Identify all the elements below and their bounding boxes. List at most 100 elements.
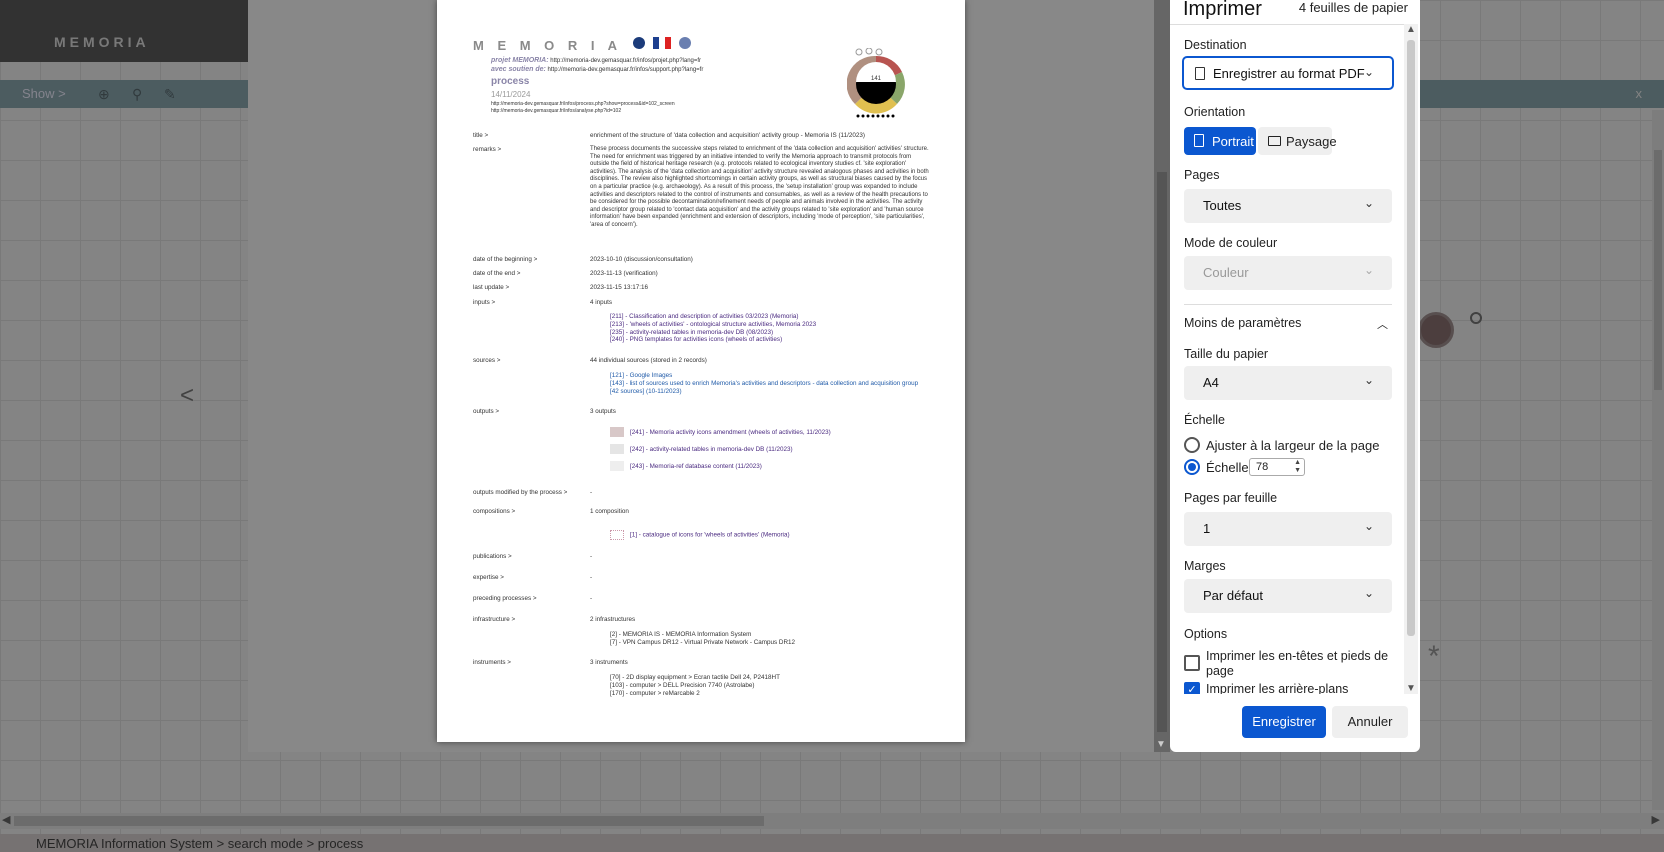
backgrounds-checkbox[interactable]: ✓ [1184,682,1200,694]
list-item[interactable]: [240] - PNG templates for activities ico… [610,336,816,344]
chevron-down-icon: ⌄ [1363,373,1374,387]
sheet-count: 4 feuilles de papier [1298,0,1408,15]
pages-label: Pages [1184,168,1220,182]
cancel-button[interactable]: Annuler [1332,706,1408,738]
doc-type: process [491,76,530,87]
doc-value: 2023-10-10 (discussion/consultation) [590,256,693,263]
paper-size-select[interactable]: A4 ⌄ [1184,366,1392,400]
doc-key: remarks > [473,146,502,153]
chevron-down-icon: ⌄ [1363,196,1374,210]
list-item[interactable]: [1] - catalogue of icons for 'wheels of … [630,532,790,539]
doc-key: date of the end > [473,270,521,277]
doc-url-2[interactable]: http://memoria-dev.gemasquar.fr/infos/an… [491,108,621,114]
chevron-down-icon: ⌄ [1363,263,1374,277]
output-thumbnail [610,461,624,472]
scale-custom-label[interactable]: Échelle [1206,460,1249,475]
divider [1184,304,1392,305]
paper-size-value: A4 [1203,375,1219,390]
doc-value: 1 composition [590,508,629,515]
output-thumbnail [610,427,624,438]
list-item[interactable]: [213] - 'wheels of activities' - ontolog… [610,321,816,329]
scale-fit-radio[interactable] [1184,437,1200,453]
pages-per-sheet-value: 1 [1203,521,1211,536]
doc-key: instruments > [473,659,511,666]
doc-key: title > [473,132,489,139]
doc-support-url[interactable]: http://memoria-dev.gemasquar.fr/infos/su… [548,67,704,73]
scale-input[interactable]: 78 ▲ ▼ [1249,458,1305,476]
color-mode-label: Mode de couleur [1184,236,1278,250]
settings-scrollbar[interactable]: ▲ ▼ [1404,24,1418,694]
preview-scrollbar[interactable]: ▼ [1154,0,1170,752]
doc-instruments-list: [70] - 2D display equipment > Ecran tact… [610,674,780,697]
destination-value: Enregistrer au format PDF [1213,66,1365,81]
doc-date: 14/11/2024 [491,90,531,99]
scroll-down-icon[interactable]: ▼ [1156,739,1166,750]
list-item[interactable]: [241] - Memoria activity icons amendment… [630,429,831,436]
margins-value: Par défaut [1203,588,1263,603]
orientation-label: Orientation [1184,105,1246,119]
doc-value: - [590,553,593,560]
color-mode-value: Couleur [1203,265,1249,280]
destination-select[interactable]: Enregistrer au format PDF ⌄ [1182,56,1394,90]
doc-value: These process documents the successive s… [590,146,929,228]
doc-value: 4 inputs [590,299,613,306]
output-thumbnail [610,444,624,455]
doc-project-url[interactable]: http://memoria-dev.gemasquar.fr/infos/pr… [550,58,701,64]
list-item[interactable]: [7] - VPN Campus DR12 - Virtual Private … [610,639,795,647]
doc-value: enrichment of the structure of 'data col… [590,132,865,139]
partner-logos [633,36,713,50]
chevron-down-icon: ⌄ [1363,519,1374,533]
save-button[interactable]: Enregistrer [1242,706,1326,738]
list-item[interactable]: [243] - Memoria-ref database content (11… [630,463,762,470]
landscape-label: Paysage [1286,134,1337,149]
doc-key: last update > [473,284,510,291]
destination-label: Destination [1184,38,1247,52]
doc-value: - [590,489,593,496]
scale-fit-label[interactable]: Ajuster à la largeur de la page [1206,438,1379,453]
orientation-landscape-button[interactable]: Paysage [1258,127,1337,155]
margins-label: Marges [1184,559,1226,573]
list-item[interactable]: [2] - MEMORIA IS - MEMORIA Information S… [610,631,795,639]
headers-footers-label[interactable]: Imprimer les en-têtes et pieds de page [1206,649,1396,679]
doc-key: outputs > [473,408,500,415]
orientation-portrait-button[interactable]: Portrait [1184,127,1256,155]
scale-custom-radio[interactable] [1184,459,1200,475]
pages-per-sheet-label: Pages par feuille [1184,491,1278,505]
less-settings-label: Moins de paramètres [1184,316,1302,330]
pages-per-sheet-select[interactable]: 1 ⌄ [1184,512,1392,546]
doc-key: date of the beginning > [473,256,538,263]
pages-select[interactable]: Toutes ⌄ [1184,189,1392,223]
doc-value: 44 individual sources (stored in 2 recor… [590,357,707,364]
doc-project-line: projet MEMORIA: http://memoria-dev.gemas… [491,57,701,64]
portrait-page-icon [1194,134,1204,147]
scale-label: Échelle [1184,413,1225,427]
list-item[interactable]: [211] - Classification and description o… [610,313,816,321]
doc-inputs-list: [211] - Classification and description o… [610,313,816,344]
list-item[interactable]: [143] - list of sources used to enrich M… [610,380,920,396]
doc-key: inputs > [473,299,496,306]
backgrounds-label[interactable]: Imprimer les arrière-plans [1206,682,1396,694]
portrait-label: Portrait [1212,134,1254,149]
list-item[interactable]: [170] - computer > reMarcable 2 [610,690,780,698]
headers-footers-checkbox[interactable] [1184,655,1200,671]
list-item[interactable]: [242] - activity-related tables in memor… [630,446,793,453]
scroll-down-icon[interactable]: ▼ [1406,683,1416,694]
list-item[interactable]: [121] - Google Images [610,372,920,380]
doc-key: outputs modified by the process > [473,489,568,496]
spinner-icon[interactable]: ▲ ▼ [1294,459,1301,475]
list-item[interactable]: [103] - computer > DELL Precision 7740 (… [610,682,780,690]
list-item[interactable]: [235] - activity-related tables in memor… [610,329,816,337]
doc-url-1[interactable]: http://memoria-dev.gemasquar.fr/infos/pr… [491,101,675,107]
list-item[interactable]: [70] - 2D display equipment > Ecran tact… [610,674,780,682]
scroll-up-icon[interactable]: ▲ [1406,24,1416,35]
doc-brand: M E M O R I A [473,38,623,53]
activity-wheel-icon: 141 [847,48,905,118]
doc-value: 2023-11-15 13:17:16 [590,284,649,291]
less-settings-toggle[interactable]: Moins de paramètres ︿ [1184,316,1392,331]
doc-key: publications > [473,553,512,560]
doc-value: - [590,574,593,581]
doc-value: 2 infrastructures [590,616,636,623]
pages-value: Toutes [1203,198,1242,213]
doc-key: compositions > [473,508,516,515]
margins-select[interactable]: Par défaut ⌄ [1184,579,1392,613]
